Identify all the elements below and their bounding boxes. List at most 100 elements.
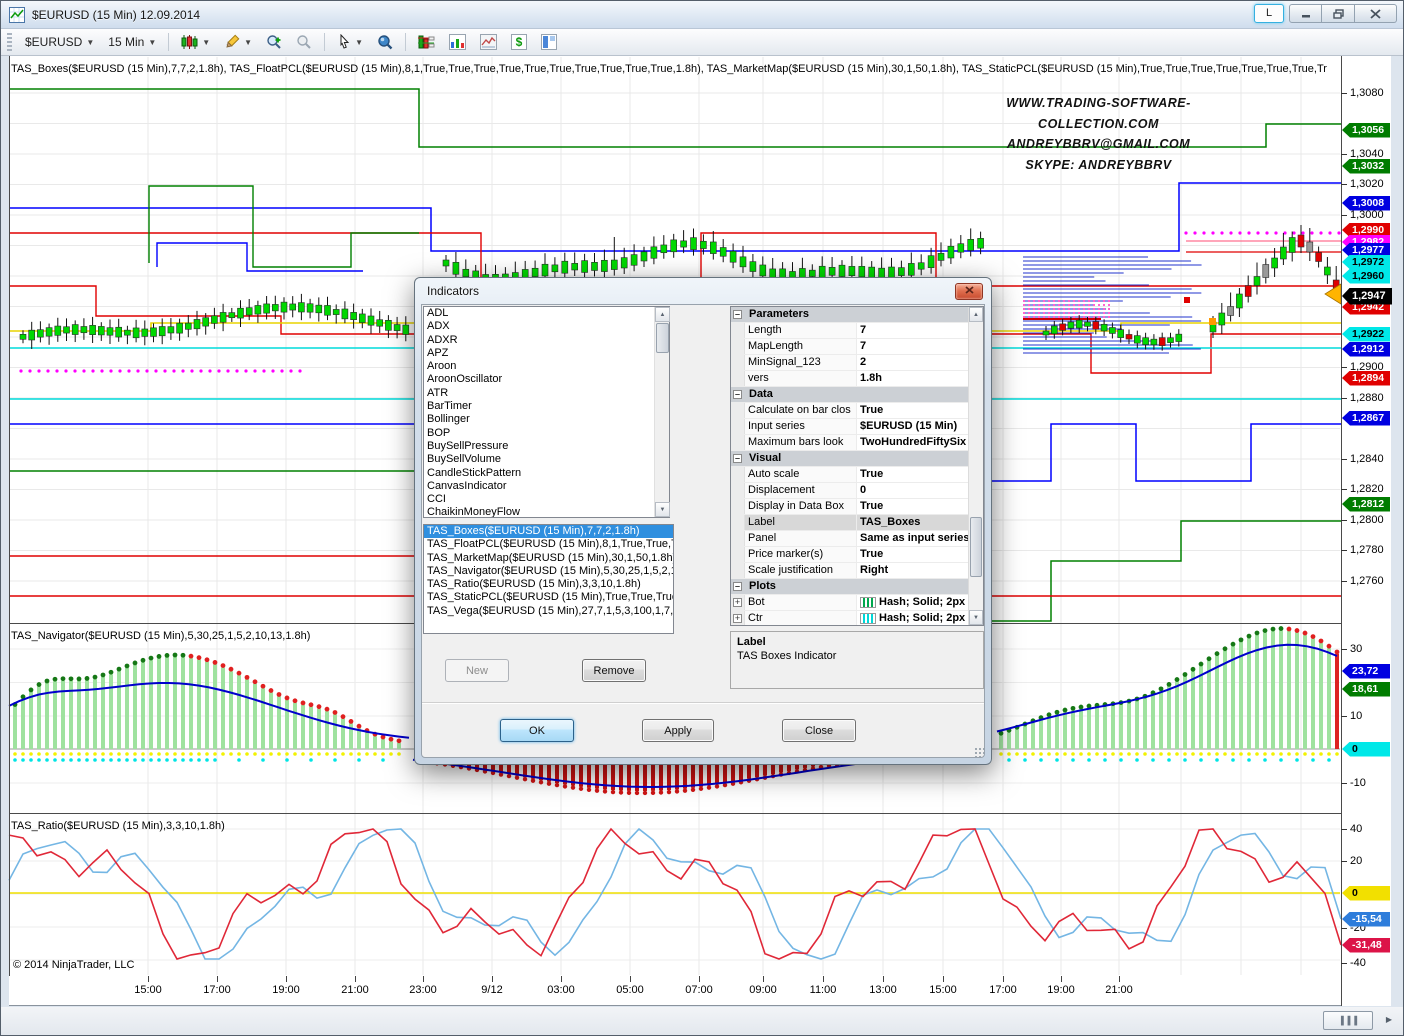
available-indicator-item[interactable]: CCI bbox=[424, 493, 669, 506]
scrollbar-thumb[interactable] bbox=[656, 323, 669, 353]
ok-button[interactable]: OK bbox=[500, 719, 574, 742]
close-button[interactable] bbox=[1355, 4, 1397, 23]
zoom-in-button[interactable] bbox=[259, 31, 289, 53]
selected-indicators-list[interactable]: TAS_Boxes($EURUSD (15 Min),7,7,2,1.8h)TA… bbox=[423, 524, 674, 634]
property-row-label[interactable]: LabelTAS_Boxes bbox=[731, 515, 969, 531]
horizontal-scrollbar-thumb[interactable]: ▐▐▐ bbox=[1323, 1011, 1373, 1030]
scrollbar-thumb[interactable] bbox=[970, 517, 982, 577]
property-row-maplength[interactable]: MapLength7 bbox=[731, 339, 969, 355]
remove-button[interactable]: Remove bbox=[582, 659, 646, 682]
property-row-price-marker-s-[interactable]: Price marker(s)True bbox=[731, 547, 969, 563]
new-button[interactable]: New bbox=[445, 659, 509, 682]
property-row-displacement[interactable]: Displacement0 bbox=[731, 483, 969, 499]
property-value[interactable]: True bbox=[857, 467, 969, 482]
property-row-maximum-bars-look[interactable]: Maximum bars lookTwoHundredFiftySix bbox=[731, 435, 969, 451]
available-indicator-item[interactable]: AroonOscillator bbox=[424, 373, 669, 386]
scroll-down-button[interactable]: ▼ bbox=[969, 610, 983, 625]
market-analyzer-button[interactable] bbox=[442, 31, 473, 53]
collapse-icon[interactable]: – bbox=[733, 454, 742, 463]
available-indicator-item[interactable]: ADL bbox=[424, 307, 669, 320]
expand-icon[interactable]: + bbox=[733, 598, 742, 607]
available-indicator-item[interactable]: ADXR bbox=[424, 334, 669, 347]
property-row-vers[interactable]: vers1.8h bbox=[731, 371, 969, 387]
property-value[interactable]: Same as input series bbox=[857, 531, 969, 546]
scroll-up-button[interactable]: ▲ bbox=[655, 307, 670, 322]
selected-indicator-item[interactable]: TAS_Ratio($EURUSD (15 Min),3,3,10,1.8h) bbox=[424, 578, 673, 591]
property-row-input-series[interactable]: Input series$EURUSD (15 Min) bbox=[731, 419, 969, 435]
property-value[interactable]: $EURUSD (15 Min) bbox=[857, 419, 969, 434]
mini-chart-button[interactable] bbox=[473, 31, 504, 53]
property-row-data[interactable]: –Data bbox=[731, 387, 969, 403]
property-value[interactable]: True bbox=[857, 403, 969, 418]
cursor-tool-button[interactable]: ▼ bbox=[330, 31, 370, 53]
property-value[interactable]: 1.8h bbox=[857, 371, 969, 386]
property-row-display-in-data-box[interactable]: Display in Data BoxTrue bbox=[731, 499, 969, 515]
scroll-right-button[interactable]: ▶ bbox=[1381, 1011, 1397, 1030]
title-bar[interactable]: $EURUSD (15 Min) 12.09.2014 L bbox=[1, 1, 1403, 29]
available-indicator-item[interactable]: BarTimer bbox=[424, 400, 669, 413]
selected-indicator-item[interactable]: TAS_Vega($EURUSD (15 Min),27,7,1,5,3,100… bbox=[424, 605, 673, 618]
close-dialog-button[interactable]: Close bbox=[782, 719, 856, 742]
collapse-icon[interactable]: – bbox=[733, 582, 742, 591]
scroll-down-button[interactable]: ▼ bbox=[655, 502, 670, 517]
chart-style-button[interactable]: ▼ bbox=[174, 31, 217, 53]
drawing-tools-button[interactable]: ▼ bbox=[217, 31, 259, 53]
property-value[interactable]: 0 bbox=[857, 483, 969, 498]
property-value[interactable]: True bbox=[857, 499, 969, 514]
property-row-calculate-on-bar-clos[interactable]: Calculate on bar closTrue bbox=[731, 403, 969, 419]
minimize-button[interactable] bbox=[1289, 4, 1322, 23]
property-row-ctr[interactable]: +CtrHash; Solid; 2px bbox=[731, 611, 969, 626]
collapse-icon[interactable]: – bbox=[733, 310, 742, 319]
collapse-icon[interactable]: – bbox=[733, 390, 742, 399]
property-row-parameters[interactable]: –Parameters bbox=[731, 307, 969, 323]
property-row-plots[interactable]: –Plots bbox=[731, 579, 969, 595]
property-value[interactable]: TAS_Boxes bbox=[857, 515, 969, 530]
time-axis[interactable]: 15:0017:0019:0021:0023:009/1203:0005:000… bbox=[9, 976, 1341, 1006]
property-row-minsignal-123[interactable]: MinSignal_1232 bbox=[731, 355, 969, 371]
property-value[interactable]: Hash; Solid; 2px bbox=[857, 611, 969, 626]
restore-button[interactable] bbox=[1322, 4, 1355, 23]
columns-button[interactable] bbox=[534, 31, 564, 53]
property-value[interactable]: Hash; Solid; 2px bbox=[857, 595, 969, 610]
selected-indicator-item[interactable]: TAS_Navigator($EURUSD (15 Min),5,30,25,1… bbox=[424, 565, 673, 578]
available-indicator-item[interactable]: ChaikinMoneyFlow bbox=[424, 506, 669, 518]
property-grid-scrollbar[interactable]: ▲ ▼ bbox=[968, 307, 983, 625]
available-indicator-item[interactable]: BuySellVolume bbox=[424, 453, 669, 466]
property-row-panel[interactable]: PanelSame as input series bbox=[731, 531, 969, 547]
dialog-close-button[interactable] bbox=[955, 283, 983, 300]
selected-indicator-item[interactable]: TAS_MarketMap($EURUSD (15 Min),30,1,50,1… bbox=[424, 552, 673, 565]
available-indicator-item[interactable]: CandleStickPattern bbox=[424, 467, 669, 480]
account-performance-button[interactable]: $ bbox=[504, 31, 534, 53]
available-indicator-item[interactable]: ATR bbox=[424, 387, 669, 400]
data-box-button[interactable] bbox=[370, 31, 400, 53]
available-indicator-item[interactable]: Bollinger bbox=[424, 413, 669, 426]
selected-indicator-item[interactable]: TAS_StaticPCL($EURUSD (15 Min),True,True… bbox=[424, 591, 673, 604]
property-row-scale-justification[interactable]: Scale justificationRight bbox=[731, 563, 969, 579]
dialog-resize-grip[interactable] bbox=[974, 747, 984, 757]
instrument-selector[interactable]: $EURUSD ▼ bbox=[18, 32, 101, 52]
scroll-up-button[interactable]: ▲ bbox=[969, 307, 983, 322]
property-value[interactable]: True bbox=[857, 547, 969, 562]
property-row-visual[interactable]: –Visual bbox=[731, 451, 969, 467]
link-button[interactable]: L bbox=[1254, 4, 1284, 23]
expand-icon[interactable]: + bbox=[733, 614, 742, 623]
apply-button[interactable]: Apply bbox=[642, 719, 714, 742]
chart-trader-button[interactable] bbox=[411, 31, 442, 53]
available-indicator-item[interactable]: BuySellPressure bbox=[424, 440, 669, 453]
property-value[interactable]: TwoHundredFiftySix bbox=[857, 435, 969, 450]
zoom-out-button[interactable] bbox=[289, 31, 319, 53]
available-indicator-item[interactable]: CanvasIndicator bbox=[424, 480, 669, 493]
available-list-scrollbar[interactable]: ▲ ▼ bbox=[654, 307, 669, 517]
property-value[interactable]: Right bbox=[857, 563, 969, 578]
property-row-length[interactable]: Length7 bbox=[731, 323, 969, 339]
property-value[interactable]: 7 bbox=[857, 323, 969, 338]
panel-divider[interactable] bbox=[9, 813, 1341, 814]
available-indicator-item[interactable]: BOP bbox=[424, 427, 669, 440]
available-indicator-item[interactable]: Aroon bbox=[424, 360, 669, 373]
property-row-bot[interactable]: +BotHash; Solid; 2px bbox=[731, 595, 969, 611]
property-value[interactable]: 2 bbox=[857, 355, 969, 370]
dialog-title-bar[interactable]: Indicators bbox=[415, 278, 991, 304]
interval-selector[interactable]: 15 Min ▼ bbox=[101, 32, 163, 52]
toolbar-grip[interactable] bbox=[7, 33, 12, 51]
available-indicator-item[interactable]: APZ bbox=[424, 347, 669, 360]
